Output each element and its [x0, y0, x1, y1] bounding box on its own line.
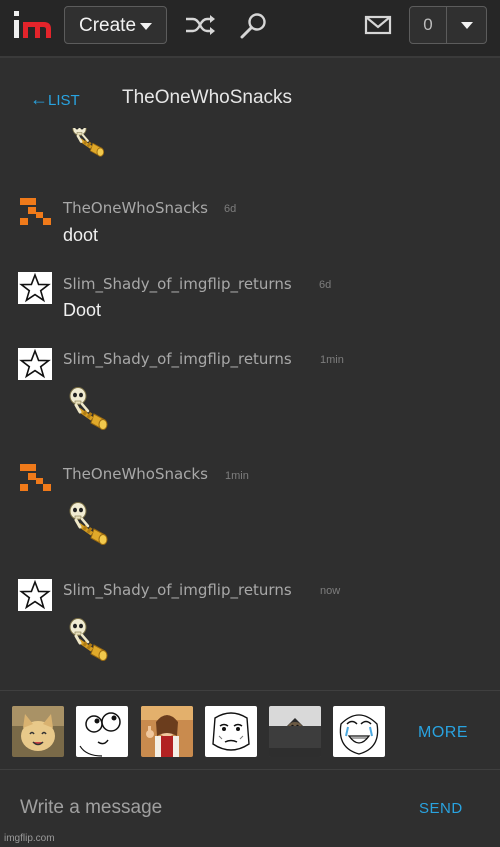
back-to-list-link[interactable]: ←LIST — [30, 89, 80, 110]
conversation-title: TheOneWhoSnacks — [122, 87, 293, 108]
mail-icon[interactable] — [362, 11, 394, 39]
skeleton-trumpet-sticker — [64, 386, 110, 434]
message-timestamp: 6d — [224, 203, 237, 215]
back-link-label: LIST — [48, 92, 80, 109]
message-timestamp: now — [320, 585, 341, 597]
message-composer: SEND — [0, 771, 500, 847]
buddy-christ-thumbnail[interactable] — [141, 706, 193, 757]
orange-arrow-avatar[interactable] — [18, 462, 52, 494]
meme-picker-tray: MORE — [0, 690, 500, 770]
happy-tears-face-thumbnail[interactable] — [333, 706, 385, 757]
okay-face-thumbnail[interactable] — [205, 706, 257, 757]
skeleton-trumpet-sticker — [64, 501, 110, 549]
message-text: doot — [63, 225, 99, 245]
imgflip-logo[interactable] — [14, 9, 54, 45]
chevron-down-icon — [140, 23, 152, 30]
skeleton-trumpet-sticker — [64, 617, 110, 665]
message-timestamp: 1min — [320, 354, 344, 366]
message-author[interactable]: TheOneWhoSnacks — [63, 199, 208, 217]
message-text: Doot — [63, 300, 102, 320]
chevron-down-icon — [461, 22, 473, 29]
star-avatar[interactable] — [18, 348, 52, 380]
message-author[interactable]: Slim_Shady_of_imgflip_returns — [63, 581, 292, 599]
create-button-label: Create — [79, 15, 137, 36]
message-input[interactable] — [0, 771, 400, 845]
notification-count: 0 — [410, 7, 447, 43]
message-timestamp: 6d — [319, 279, 332, 291]
top-navbar: Create 0 — [0, 0, 500, 58]
more-memes-button[interactable]: MORE — [418, 724, 468, 742]
send-button[interactable]: SEND — [419, 800, 463, 817]
shuffle-icon[interactable] — [184, 11, 216, 39]
happy-cat-thumbnail[interactable] — [12, 706, 64, 757]
left-arrow-icon: ← — [30, 89, 48, 109]
create-button[interactable]: Create — [64, 6, 167, 44]
message-author[interactable]: TheOneWhoSnacks — [63, 465, 208, 483]
star-avatar[interactable] — [18, 272, 52, 304]
orange-arrow-avatar[interactable] — [18, 196, 52, 228]
search-icon[interactable] — [238, 11, 270, 39]
notifications-dropdown[interactable]: 0 — [409, 6, 487, 44]
derp-face-thumbnail[interactable] — [76, 706, 128, 757]
message-author[interactable]: Slim_Shady_of_imgflip_returns — [63, 350, 292, 368]
ceiling-cat-thumbnail[interactable] — [269, 706, 321, 757]
star-avatar[interactable] — [18, 579, 52, 611]
message-timestamp: 1min — [225, 470, 249, 482]
message-author[interactable]: Slim_Shady_of_imgflip_returns — [63, 275, 292, 293]
imgflip-watermark: imgflip.com — [4, 833, 55, 844]
skeleton-trumpet-sticker — [64, 128, 110, 168]
